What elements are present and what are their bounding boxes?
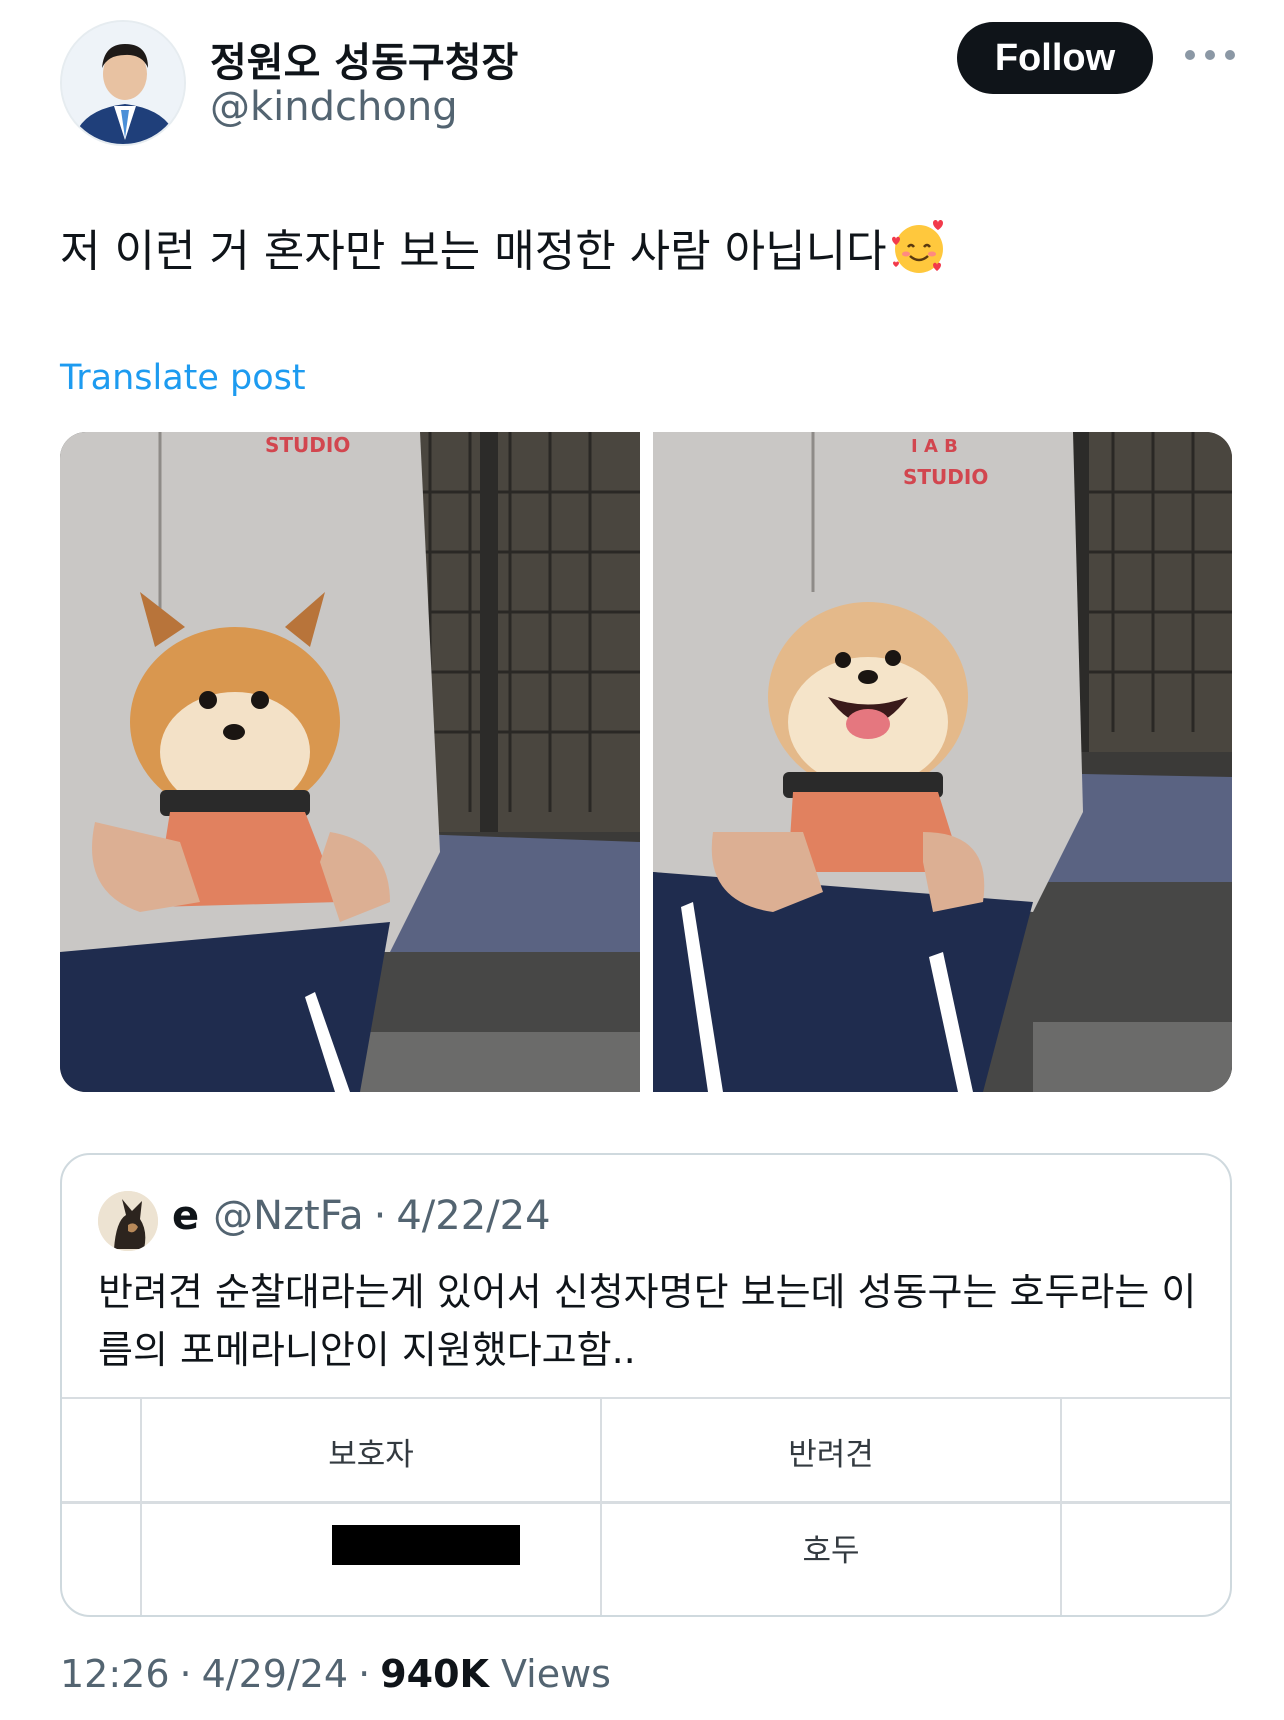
quoted-author-handle[interactable]: @NztFa — [213, 1193, 363, 1239]
table-divider — [1060, 1397, 1062, 1615]
more-dot — [1225, 50, 1235, 60]
author-display-name[interactable]: 정원오 성동구청장 — [210, 30, 518, 88]
post-text-content: 저 이런 거 혼자만 보는 매정한 사람 아닙니다 — [60, 226, 887, 277]
quoted-post-meta: e @NztFa · 4/22/24 — [172, 1193, 551, 1239]
media-photo-1[interactable]: STUDIO — [60, 432, 640, 1092]
roster-table-image: 보호자 반려견 호두 — [62, 1397, 1230, 1615]
post-time[interactable]: 12:26 — [60, 1652, 170, 1696]
views-label: Views — [500, 1652, 611, 1696]
more-dot — [1205, 50, 1215, 60]
post-header: 정원오 성동구청장 @kindchong Follow — [60, 20, 1235, 150]
translate-post-link[interactable]: Translate post — [60, 358, 306, 398]
table-cell-dog-name: 호두 — [802, 1533, 860, 1569]
more-dot — [1185, 50, 1195, 60]
table-divider — [62, 1397, 1230, 1399]
media-photo-2[interactable]: I A B STUDIO — [653, 432, 1232, 1092]
separator-dot: · — [358, 1652, 371, 1696]
separator-dot: · — [179, 1652, 192, 1696]
svg-text:I A B: I A B — [911, 436, 958, 457]
quoted-post-date[interactable]: 4/22/24 — [396, 1193, 550, 1239]
author-portrait — [62, 22, 184, 144]
author-handle[interactable]: @kindchong — [210, 84, 458, 130]
table-divider — [62, 1501, 1230, 1504]
quoted-author-name[interactable]: e — [172, 1193, 199, 1239]
svg-text:STUDIO: STUDIO — [265, 433, 350, 457]
table-header-dog: 반려견 — [788, 1437, 874, 1473]
views-count[interactable]: 940K — [380, 1652, 489, 1696]
post-footer: 12:26 · 4/29/24 · 940K Views — [60, 1652, 611, 1696]
svg-text:STUDIO: STUDIO — [903, 465, 988, 489]
post-date[interactable]: 4/29/24 — [202, 1652, 349, 1696]
cat-avatar-image — [98, 1191, 158, 1251]
follow-button[interactable]: Follow — [957, 22, 1153, 94]
separator-dot: · — [373, 1193, 387, 1239]
redacted-name-block — [332, 1525, 520, 1565]
quoted-author-avatar[interactable] — [98, 1191, 158, 1251]
quoted-post-text: 반려견 순찰대라는게 있어서 신청자명단 보는데 성동구는 호두라는 이름의 포… — [98, 1270, 1197, 1372]
dog-photo-right: I A B STUDIO — [653, 432, 1232, 1092]
author-avatar[interactable] — [60, 20, 186, 146]
dog-photo-left: STUDIO — [60, 432, 640, 1092]
post-text: 저 이런 거 혼자만 보는 매정한 사람 아닙니다 — [60, 215, 949, 279]
media-grid: STUDIO I A B STUDIO — [60, 432, 1232, 1092]
more-options-icon[interactable] — [1185, 40, 1235, 70]
smiling-face-with-hearts-icon — [891, 220, 943, 273]
quoted-post[interactable]: e @NztFa · 4/22/24 반려견 순찰대라는게 있어서 신청자명단 … — [60, 1153, 1232, 1617]
table-header-guardian: 보호자 — [328, 1437, 414, 1473]
